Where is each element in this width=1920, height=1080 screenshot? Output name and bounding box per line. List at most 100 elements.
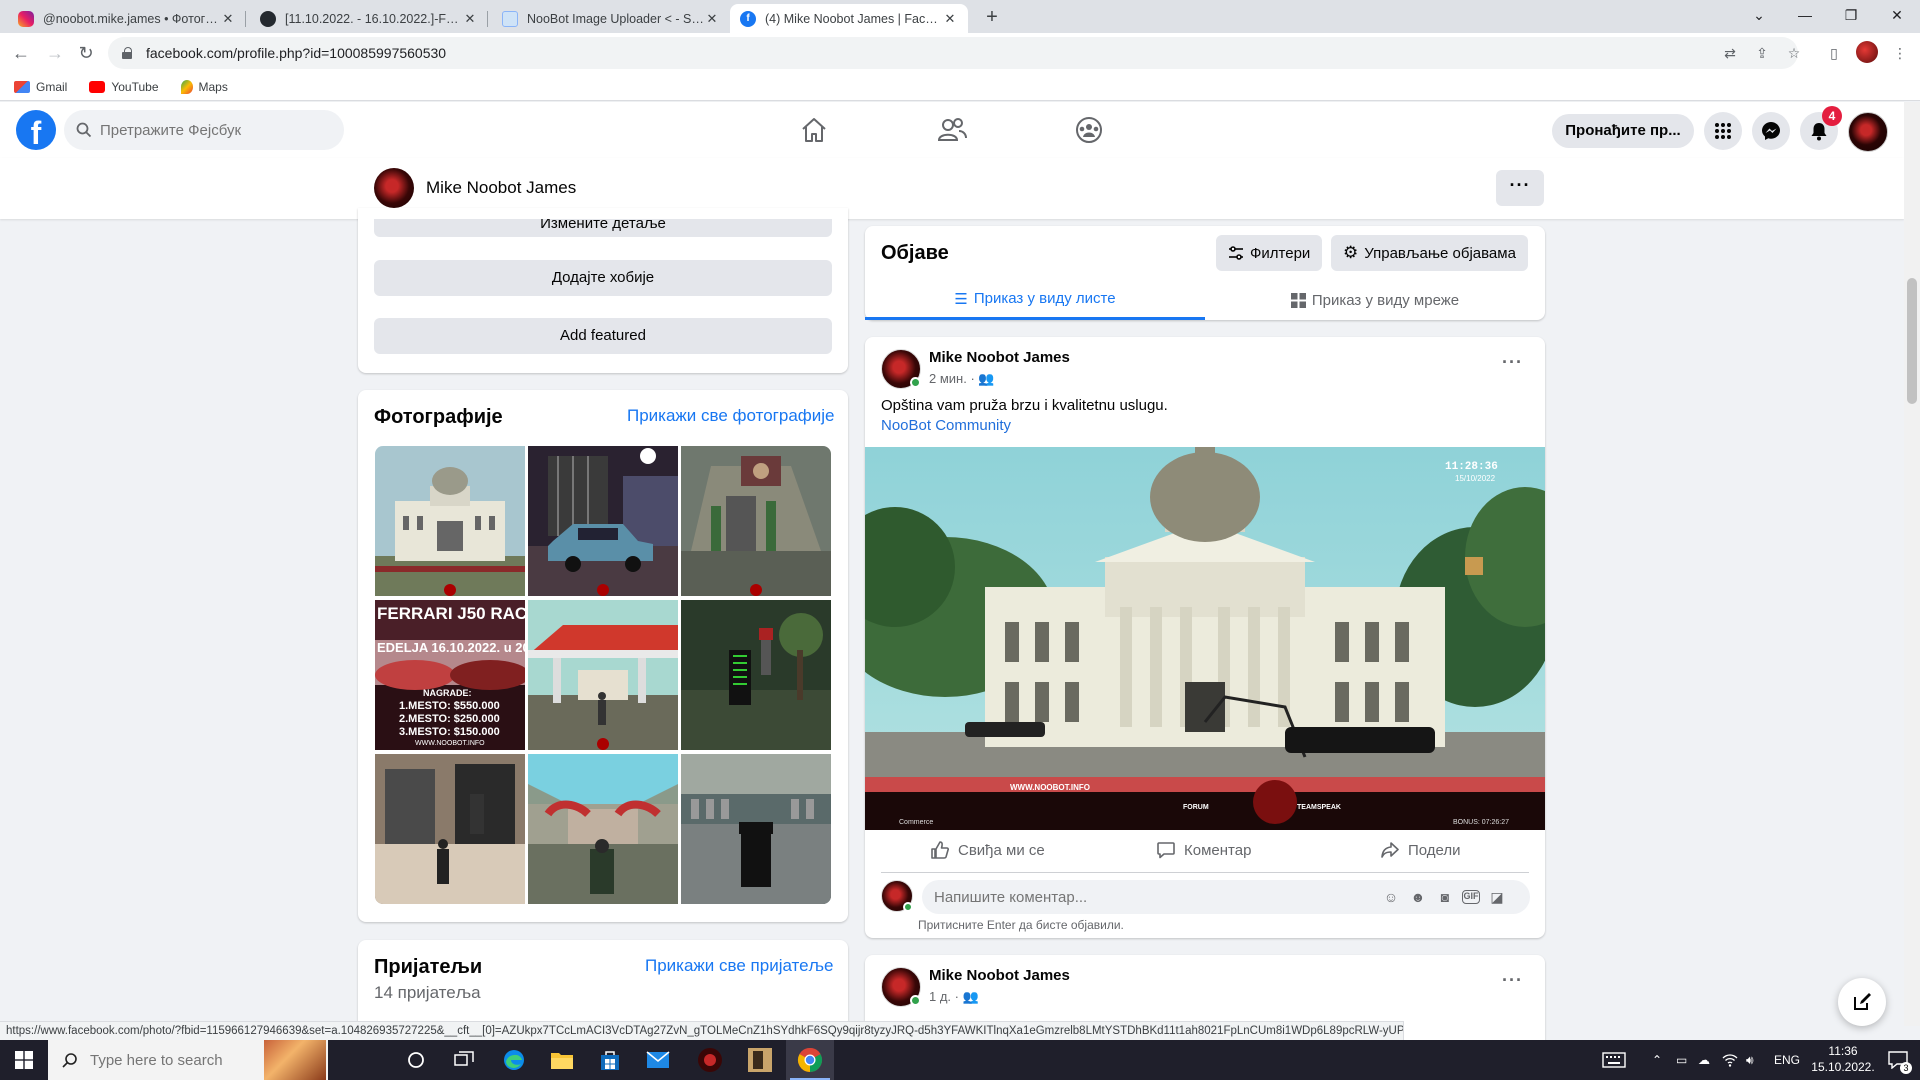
tab-search-icon[interactable]: ⌄ [1736, 0, 1782, 33]
photo-thumbnail[interactable] [375, 446, 525, 596]
close-icon[interactable]: ✕ [220, 11, 236, 27]
address-bar[interactable]: facebook.com/profile.php?id=100085997560… [108, 37, 1798, 69]
tray-chevron-up-icon[interactable]: ⌃ [1652, 1040, 1662, 1080]
bookmark-star-icon[interactable]: ☆ [1784, 43, 1804, 63]
action-center-icon[interactable]: 3 [1880, 1040, 1916, 1080]
scrollbar-thumb[interactable] [1907, 278, 1917, 404]
edge-icon[interactable] [490, 1040, 538, 1080]
facebook-logo-icon[interactable]: f [16, 110, 56, 150]
onedrive-cloud-icon[interactable]: ☁ [1698, 1040, 1710, 1080]
emoji-icon[interactable]: ☻ [1408, 887, 1428, 907]
comment-composer[interactable]: ☺ ☻ ◙ GIF ◪ [922, 880, 1530, 914]
profile-name[interactable]: Mike Noobot James [426, 178, 576, 198]
browser-profile-avatar[interactable] [1856, 41, 1878, 63]
game-app-icon[interactable] [686, 1040, 734, 1080]
post-options-icon[interactable]: ··· [1502, 970, 1523, 991]
post-author-name[interactable]: Mike Noobot James [929, 349, 1070, 366]
mail-icon[interactable] [634, 1040, 682, 1080]
comment-input[interactable] [934, 888, 1374, 906]
taskbar-clock[interactable]: 11:36 15.10.2022. [1808, 1043, 1878, 1075]
search-input[interactable] [100, 121, 320, 139]
language-indicator[interactable]: ENG [1774, 1040, 1800, 1080]
chrome-icon[interactable] [786, 1040, 834, 1080]
facebook-search[interactable] [64, 110, 344, 150]
bookmark-youtube[interactable]: YouTube [89, 80, 159, 94]
new-tab-button[interactable]: + [978, 5, 1006, 29]
see-all-photos-link[interactable]: Прикажи све фотографије [627, 406, 835, 426]
post-image[interactable]: 11:28:36 15/10/2022 WWW.NOOBOT.INFO FORU… [865, 447, 1545, 830]
tab-image-uploader[interactable]: NooBot Image Uploader < - Scre ✕ [492, 4, 730, 33]
messenger-icon[interactable] [1752, 112, 1790, 150]
bookmark-gmail[interactable]: Gmail [14, 80, 67, 94]
photo-thumbnail[interactable] [528, 600, 678, 750]
tab-list-view[interactable]: ☰ Приказ у виду листе [865, 280, 1205, 320]
avatar-sticker-icon[interactable]: ☺ [1381, 887, 1401, 907]
forward-icon[interactable]: → [42, 40, 68, 66]
filters-button[interactable]: Филтери [1216, 235, 1323, 271]
close-window-icon[interactable]: ✕ [1874, 0, 1920, 33]
back-icon[interactable]: ← [8, 40, 34, 66]
file-explorer-icon[interactable] [538, 1040, 586, 1080]
camera-icon[interactable]: ◙ [1435, 887, 1455, 907]
profile-more-button[interactable]: ··· [1496, 170, 1544, 206]
volume-icon[interactable]: 🔊︎ [1746, 1040, 1754, 1080]
gif-icon[interactable]: GIF [1462, 890, 1480, 904]
photo-thumbnail[interactable] [681, 754, 831, 904]
photo-thumbnail[interactable] [681, 446, 831, 596]
sticker-icon[interactable]: ◪ [1487, 887, 1507, 907]
tab-instagram[interactable]: @noobot.mike.james • Фотограф ✕ [8, 4, 246, 33]
cortana-icon[interactable] [392, 1040, 440, 1080]
find-friends-button[interactable]: Пронађите пр... [1552, 114, 1694, 148]
side-panel-icon[interactable]: ▯ [1824, 43, 1844, 63]
add-hobbies-button[interactable]: Додајте хобије [374, 260, 832, 296]
bookmark-maps[interactable]: Maps [180, 79, 228, 94]
photo-thumbnail[interactable] [375, 754, 525, 904]
reload-icon[interactable]: ↻ [73, 40, 99, 66]
device-icon[interactable]: ▭ [1676, 1040, 1687, 1080]
url-text[interactable]: facebook.com/profile.php?id=100085997560… [146, 45, 446, 61]
page-scrollbar[interactable] [1904, 102, 1920, 1026]
add-featured-button[interactable]: Add featured [374, 318, 832, 354]
tab-github[interactable]: [11.10.2022. - 16.10.2022.]-FERRA ✕ [250, 4, 488, 33]
profile-avatar[interactable] [374, 168, 414, 208]
apps-menu-icon[interactable] [1704, 112, 1742, 150]
close-icon[interactable]: ✕ [704, 11, 720, 27]
tab-grid-view[interactable]: Приказ у виду мреже [1205, 280, 1545, 320]
post-options-icon[interactable]: ··· [1502, 352, 1523, 373]
close-icon[interactable]: ✕ [462, 11, 478, 27]
restore-icon[interactable]: ❐ [1828, 0, 1874, 33]
post-timestamp[interactable]: 2 мин. · 👥 [929, 371, 995, 387]
edit-details-button[interactable]: Измените детаље [374, 219, 832, 237]
gta-app-icon[interactable] [736, 1040, 784, 1080]
groups-icon[interactable] [1069, 110, 1109, 150]
home-icon[interactable] [794, 110, 834, 150]
lock-icon[interactable] [122, 47, 132, 59]
wifi-icon[interactable] [1722, 1040, 1738, 1080]
photo-thumbnail[interactable] [528, 754, 678, 904]
photo-thumbnail[interactable] [681, 600, 831, 750]
taskbar-search[interactable] [48, 1040, 328, 1080]
taskbar-search-input[interactable] [90, 1051, 260, 1069]
share-button[interactable]: Подели [1380, 836, 1461, 864]
minimize-icon[interactable]: — [1782, 0, 1828, 33]
share-icon[interactable]: ⇪ [1752, 43, 1772, 63]
store-icon[interactable] [586, 1040, 634, 1080]
photo-thumbnail[interactable] [528, 446, 678, 596]
translate-icon[interactable]: ⇄ [1720, 43, 1740, 63]
post-author-name[interactable]: Mike Noobot James [929, 967, 1070, 984]
new-message-button[interactable] [1838, 978, 1886, 1026]
menu-kebab-icon[interactable]: ⋮ [1890, 43, 1910, 63]
keyboard-icon[interactable] [1602, 1040, 1626, 1080]
friends-icon[interactable] [932, 110, 972, 150]
post-timestamp[interactable]: 1 д. · 👥 [929, 989, 979, 1005]
windows-start-icon[interactable] [0, 1040, 48, 1080]
photo-thumbnail[interactable]: FERRARI J50 RACE EDELJA 16.10.2022. u 20… [375, 600, 525, 750]
like-button[interactable]: Свиђа ми се [930, 836, 1045, 864]
comment-button[interactable]: Коментар [1156, 836, 1251, 864]
manage-posts-button[interactable]: ⚙ Управљање објавама [1331, 235, 1528, 271]
close-icon[interactable]: ✕ [942, 11, 958, 27]
tab-facebook[interactable]: f (4) Mike Noobot James | Facebo ✕ [730, 4, 968, 33]
post-hashtag-link[interactable]: NooBot Community [881, 417, 1011, 434]
see-all-friends-link[interactable]: Прикажи све пријатеље [645, 956, 833, 976]
account-avatar[interactable] [1848, 112, 1888, 152]
